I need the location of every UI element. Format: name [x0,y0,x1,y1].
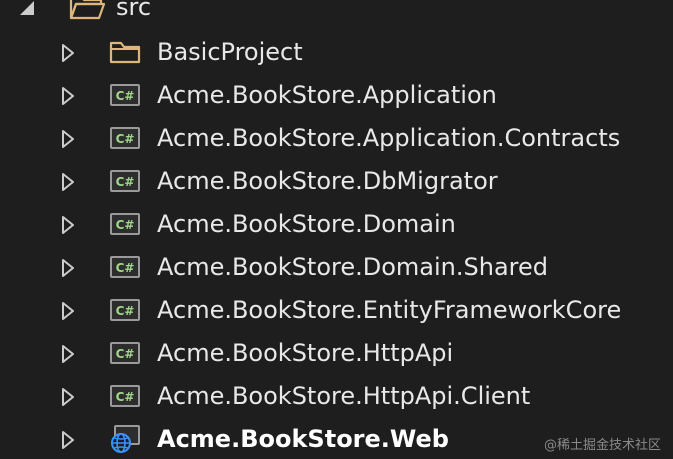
collapsed-arrow-icon[interactable] [61,130,75,148]
tree-row-label: Acme.BookStore.Web [157,425,449,453]
csharp-text: C# [116,132,135,146]
collapsed-arrow-icon[interactable] [61,388,75,406]
csharp-text: C# [116,175,135,189]
tree-row-item[interactable]: C# Acme.BookStore.Domain.Shared [0,247,673,289]
csharp-text: C# [116,261,135,275]
collapsed-arrow-icon[interactable] [61,259,75,277]
web-project-icon [109,425,140,453]
tree-row-label: Acme.BookStore.Application [157,81,497,109]
csharp-project-icon: C# [109,341,140,365]
tree-row-item[interactable]: C# Acme.BookStore.Domain [0,204,673,246]
tree-row-item[interactable]: C# Acme.BookStore.Application [0,75,673,117]
csharp-project-icon: C# [109,169,140,193]
csharp-text: C# [116,347,135,361]
tree-row-item[interactable]: C# Acme.BookStore.DbMigrator [0,161,673,203]
csharp-project-icon: C# [109,126,140,150]
csharp-project-icon: C# [109,384,140,408]
tree-row-item[interactable]: C# Acme.BookStore.Application.Contracts [0,118,673,160]
collapsed-arrow-icon[interactable] [61,216,75,234]
collapsed-arrow-icon[interactable] [61,345,75,363]
folder-icon [109,40,141,64]
csharp-project-icon: C# [109,255,140,279]
tree-row-label: Acme.BookStore.HttpApi.Client [157,382,531,410]
tree-row-item[interactable]: BasicProject [0,32,673,74]
tree-row-item[interactable]: C# Acme.BookStore.HttpApi.Client [0,376,673,418]
tree-row-label: Acme.BookStore.EntityFrameworkCore [157,296,622,324]
csharp-text: C# [116,304,135,318]
csharp-text: C# [116,218,135,232]
folder-open-icon [68,0,106,22]
csharp-project-icon: C# [109,83,140,107]
collapsed-arrow-icon[interactable] [61,44,75,62]
csharp-project-icon: C# [109,212,140,236]
tree-row-label: Acme.BookStore.Domain [157,210,456,238]
tree-row-label: Acme.BookStore.DbMigrator [157,167,498,195]
tree-row-label: src [116,0,152,21]
expanded-arrow-icon[interactable] [18,0,36,16]
collapsed-arrow-icon[interactable] [61,431,75,449]
csharp-text: C# [116,89,135,103]
tree-row-item[interactable]: C# Acme.BookStore.HttpApi [0,333,673,375]
tree-row-label: Acme.BookStore.Application.Contracts [157,124,621,152]
watermark-text: @稀土掘金技术社区 [543,438,661,453]
tree-row-label: Acme.BookStore.Domain.Shared [157,253,549,281]
tree-row-item[interactable]: C# Acme.BookStore.EntityFrameworkCore [0,290,673,332]
tree-row-label: BasicProject [157,38,303,66]
collapsed-arrow-icon[interactable] [61,87,75,105]
csharp-text: C# [116,390,135,404]
csharp-project-icon: C# [109,298,140,322]
solution-explorer-tree: src BasicProject C# Acme.BookStore.Applica… [0,0,673,459]
collapsed-arrow-icon[interactable] [61,302,75,320]
collapsed-arrow-icon[interactable] [61,173,75,191]
tree-row-label: Acme.BookStore.HttpApi [157,339,454,367]
